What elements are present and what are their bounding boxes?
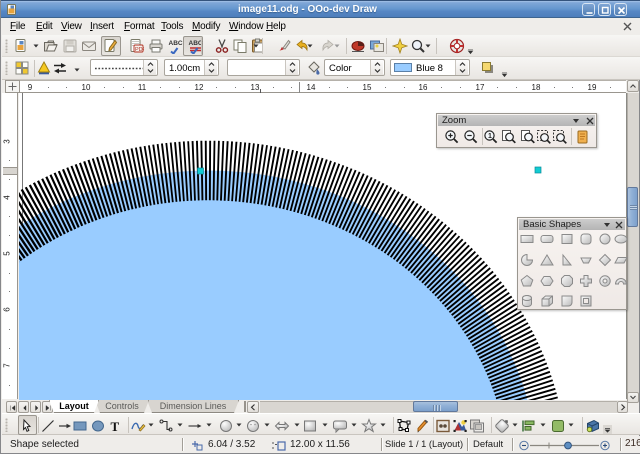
svg-text:ABC: ABC — [169, 40, 183, 47]
svg-text:1: 1 — [488, 133, 492, 140]
svg-text:T: T — [111, 419, 120, 434]
svg-text:PDF: PDF — [135, 47, 144, 53]
